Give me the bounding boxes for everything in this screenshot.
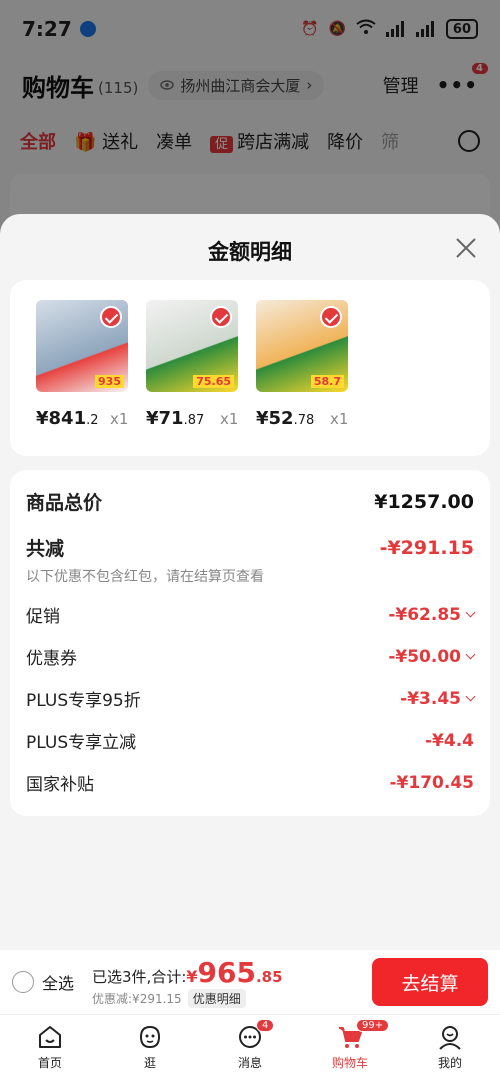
discount-detail-button[interactable]: 优惠明细: [187, 989, 246, 1008]
plus-reduce-value: -¥4.4: [425, 730, 474, 751]
amount-details: 商品总价 ¥1257.00 共减 -¥291.15 以下优惠不包含红包，请在结算…: [10, 470, 490, 816]
tab-home[interactable]: 首页: [0, 1015, 100, 1079]
chevron-down-icon: [465, 691, 476, 701]
subsidy-label: 国家补贴: [26, 775, 94, 795]
select-all-label[interactable]: 全选: [42, 970, 74, 994]
product-image: 58.7: [256, 300, 348, 392]
product-price: ¥841.2: [36, 408, 99, 429]
amount-detail-sheet: 金额明细 935 ¥841.2 x1 75.65 ¥71.87 x1 58.7: [0, 214, 500, 954]
plus-reduce-row: PLUS专享立减 -¥4.4: [26, 728, 474, 754]
select-all-checkbox[interactable]: [12, 971, 34, 993]
tab-profile-label: 我的: [437, 1056, 462, 1070]
total-value: ¥1257.00: [374, 490, 474, 513]
order-summary: 已选3件,合计: ¥ 965 .85 优惠减:¥291.15 优惠明细: [92, 956, 283, 1008]
coupon-row[interactable]: 优惠券 -¥50.00: [26, 644, 476, 669]
product-image: 75.65: [146, 300, 238, 392]
product-qty: x1: [110, 410, 129, 428]
tab-messages[interactable]: 消息 4: [200, 1015, 300, 1079]
product-image-price: 58.7: [310, 375, 344, 388]
checkout-bar: 全选 已选3件,合计: ¥ 965 .85 优惠减:¥291.15 优惠明细 去…: [0, 950, 500, 1014]
tab-profile[interactable]: 我的: [400, 1015, 500, 1079]
coupon-value: -¥50.00: [388, 646, 461, 667]
selected-check-icon: [210, 306, 232, 328]
product-list: 935 ¥841.2 x1 75.65 ¥71.87 x1 58.7 ¥52.7…: [10, 280, 490, 456]
product-item[interactable]: 58.7 ¥52.78 x1: [256, 300, 348, 429]
price-dec: .87: [183, 413, 205, 428]
product-item[interactable]: 75.65 ¥71.87 x1: [146, 300, 238, 429]
product-image: 935: [36, 300, 128, 392]
bottom-tab-bar: 首页 逛 消息 4 购物车 99+ 我的: [0, 1014, 500, 1079]
chevron-down-icon: [465, 607, 476, 617]
currency-symbol: ¥: [186, 967, 198, 986]
profile-icon: [439, 1026, 461, 1050]
promo-value: -¥62.85: [388, 604, 461, 625]
total-line: 已选3件,合计: ¥ 965 .85: [92, 956, 283, 989]
plus-discount-value-wrap: -¥3.45: [400, 688, 476, 709]
close-icon[interactable]: [454, 236, 478, 260]
promo-row[interactable]: 促销 -¥62.85: [26, 602, 476, 627]
plus-discount-label: PLUS专享95折: [26, 691, 141, 711]
product-qty: x1: [330, 410, 349, 428]
tab-browse-label: 逛: [143, 1056, 156, 1070]
price-int: ¥71: [146, 408, 184, 429]
promo-label: 促销: [26, 607, 60, 627]
home-icon: [39, 1026, 61, 1048]
subsidy-row: 国家补贴 -¥170.45: [26, 770, 475, 796]
cart-badge: 99+: [356, 1019, 390, 1032]
price-dec: .2: [86, 413, 99, 428]
tab-home-label: 首页: [37, 1056, 62, 1070]
coupon-value-wrap: -¥50.00: [388, 646, 476, 667]
tab-cart[interactable]: 购物车 99+: [300, 1015, 400, 1079]
plus-reduce-label: PLUS专享立减: [26, 733, 137, 753]
coupon-label: 优惠券: [26, 649, 77, 669]
tab-browse[interactable]: 逛: [100, 1015, 200, 1079]
product-price: ¥71.87: [146, 408, 204, 429]
price-int: ¥841: [36, 408, 87, 429]
product-item[interactable]: 935 ¥841.2 x1: [36, 300, 128, 429]
tab-messages-label: 消息: [237, 1056, 262, 1070]
total-amount: 965: [197, 956, 256, 989]
messages-badge: 4: [256, 1019, 275, 1032]
browse-face-icon: [139, 1025, 161, 1049]
saved-text: 优惠减:¥291.15: [92, 992, 182, 1006]
tab-cart-label: 购物车: [331, 1056, 368, 1070]
price-int: ¥52: [256, 408, 294, 429]
sheet-title: 金额明细: [208, 240, 292, 264]
chevron-down-icon: [465, 649, 476, 659]
product-qty: x1: [220, 410, 239, 428]
discount-row: 共减 -¥291.15: [26, 534, 474, 561]
discount-label: 共减: [26, 538, 65, 560]
subsidy-value: -¥170.45: [389, 772, 475, 793]
plus-discount-value: -¥3.45: [400, 688, 461, 709]
promo-value-wrap: -¥62.85: [388, 604, 476, 625]
discount-note: 以下优惠不包含红包，请在结算页查看: [26, 569, 264, 585]
selected-check-icon: [320, 306, 342, 328]
total-decimal: .85: [255, 968, 283, 986]
total-row: 商品总价 ¥1257.00: [26, 488, 474, 515]
saving-line: 优惠减:¥291.15 优惠明细: [92, 989, 283, 1008]
product-image-price: 935: [95, 375, 124, 388]
checkout-button[interactable]: 去结算: [372, 958, 488, 1006]
selected-check-icon: [100, 306, 122, 328]
discount-value: -¥291.15: [379, 536, 474, 559]
product-price: ¥52.78: [256, 408, 314, 429]
product-image-price: 75.65: [193, 375, 234, 388]
total-label: 商品总价: [26, 492, 103, 514]
plus-discount-row[interactable]: PLUS专享95折 -¥3.45: [26, 686, 476, 711]
price-dec: .78: [293, 413, 315, 428]
selected-count-text: 已选3件,合计:: [92, 968, 187, 986]
